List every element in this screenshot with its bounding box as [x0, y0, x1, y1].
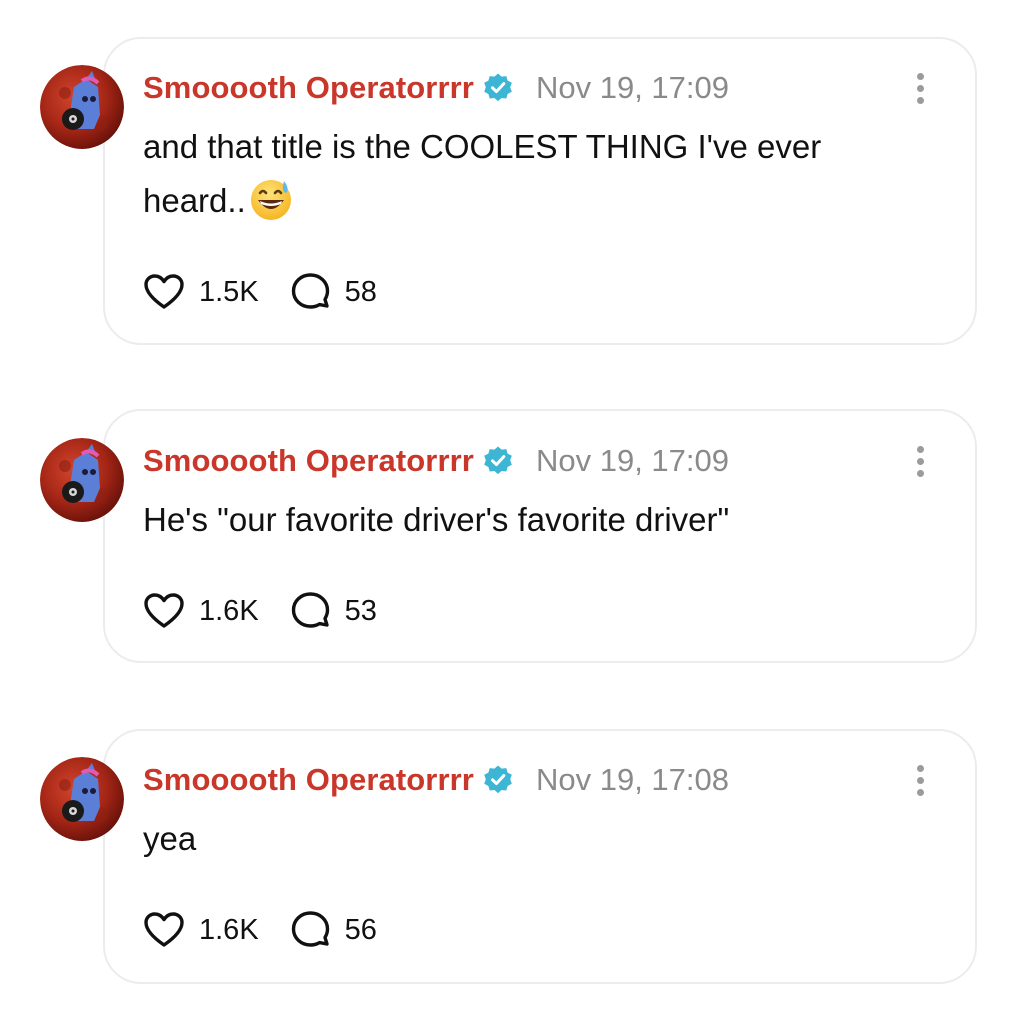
avatar[interactable]	[40, 65, 124, 149]
like-count: 1.6K	[199, 594, 259, 627]
like-button[interactable]: 1.6K	[143, 592, 259, 630]
post-header: Smooooth Operatorrrr Nov 19, 17:08	[143, 760, 729, 800]
post-actions: 1.5K 58	[143, 270, 407, 314]
username[interactable]: Smooooth Operatorrrr	[143, 443, 474, 479]
heart-icon	[144, 912, 184, 947]
verified-badge-icon	[482, 764, 514, 796]
more-vertical-icon[interactable]	[910, 68, 930, 108]
timestamp: Nov 19, 17:09	[535, 70, 729, 105]
comment-count: 58	[344, 275, 377, 308]
timestamp: Nov 19, 17:08	[535, 762, 729, 797]
speech-bubble-icon	[291, 273, 329, 309]
comment-button[interactable]: 53	[289, 591, 377, 631]
like-count: 1.6K	[199, 913, 259, 946]
post-text: yea	[143, 812, 903, 866]
verified-badge-icon	[482, 72, 514, 104]
comment-button[interactable]: 58	[289, 272, 377, 312]
more-vertical-icon[interactable]	[910, 441, 930, 481]
post-header: Smooooth Operatorrrr Nov 19, 17:09	[143, 68, 729, 108]
post-text-content: He's "our favorite driver's favorite dri…	[143, 501, 730, 538]
verified-badge-icon	[482, 445, 514, 477]
speech-bubble-icon	[291, 911, 329, 947]
post-header: Smooooth Operatorrrr Nov 19, 17:09	[143, 441, 729, 481]
like-button[interactable]: 1.6K	[143, 911, 259, 949]
comment-count: 56	[344, 913, 377, 946]
avatar[interactable]	[40, 757, 124, 841]
post-actions: 1.6K 56	[143, 908, 407, 952]
heart-icon	[144, 274, 184, 309]
post-actions: 1.6K 53	[143, 589, 407, 633]
avatar-image	[40, 757, 124, 841]
avatar-image	[40, 65, 124, 149]
username[interactable]: Smooooth Operatorrrr	[143, 70, 474, 106]
timestamp: Nov 19, 17:09	[535, 443, 729, 478]
post-text-content: yea	[143, 820, 197, 857]
username[interactable]: Smooooth Operatorrrr	[143, 762, 474, 798]
post-text-content: and that title is the COOLEST THING I've…	[143, 128, 822, 219]
like-button[interactable]: 1.5K	[143, 273, 259, 311]
like-count: 1.5K	[199, 275, 259, 308]
more-vertical-icon[interactable]	[910, 760, 930, 800]
post-text: and that title is the COOLEST THING I've…	[143, 120, 903, 228]
grinning-face-with-sweat-emoji	[248, 176, 294, 222]
comment-button[interactable]: 56	[289, 910, 377, 950]
avatar-image	[40, 438, 124, 522]
speech-bubble-icon	[291, 592, 329, 628]
avatar[interactable]	[40, 438, 124, 522]
post-text: He's "our favorite driver's favorite dri…	[143, 493, 903, 547]
heart-icon	[144, 593, 184, 628]
comment-count: 53	[344, 594, 377, 627]
